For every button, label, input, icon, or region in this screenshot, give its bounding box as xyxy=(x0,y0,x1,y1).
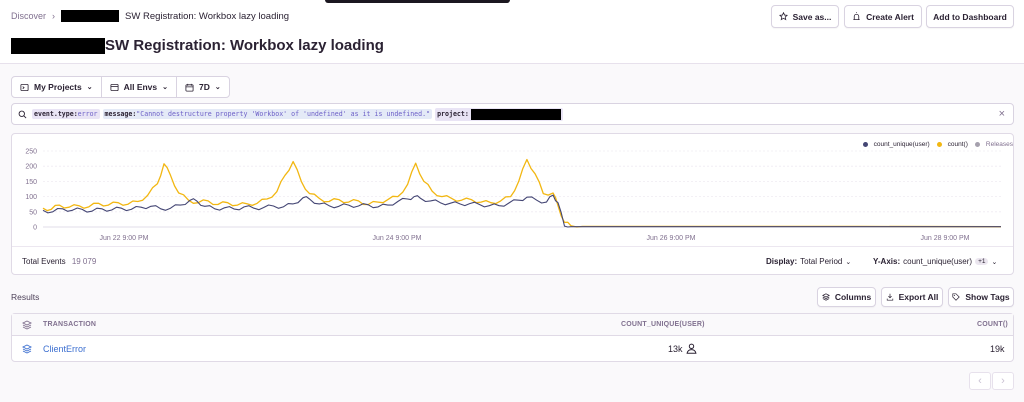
download-icon xyxy=(886,293,893,301)
chevron-down-icon: ⌄ xyxy=(991,258,998,266)
x-tick-label: Jun 24 9:00 PM xyxy=(372,235,421,242)
x-tick-label: Jun 26 9:00 PM xyxy=(646,235,695,242)
stack-icon xyxy=(821,293,830,301)
total-events: Total Events 19 079 xyxy=(22,257,96,266)
display-value: Total Period xyxy=(800,257,843,266)
chart-footer-divider xyxy=(12,246,1013,247)
series-line-count-unique xyxy=(42,194,1001,228)
show-tags-label: Show Tags xyxy=(965,292,1010,302)
y-tick-label: 100 xyxy=(25,194,37,201)
results-table-header xyxy=(12,314,1013,336)
columns-button[interactable]: Columns xyxy=(817,287,876,307)
stack-icon[interactable] xyxy=(22,320,32,330)
y-tick-label: 50 xyxy=(29,209,37,216)
y-axis-value: count_unique(user) xyxy=(903,257,973,266)
x-tick-label: Jun 22 9:00 PM xyxy=(99,235,148,242)
chevron-down-icon: ⌄ xyxy=(845,258,852,266)
stack-icon[interactable] xyxy=(22,344,32,354)
column-header-count-unique-user[interactable]: COUNT_UNIQUE(USER) xyxy=(621,321,705,328)
chevron-left-icon: ‹ xyxy=(978,375,982,387)
display-label: Display: xyxy=(766,257,798,266)
previous-page-button[interactable]: ‹ xyxy=(969,372,991,390)
x-tick-label: Jun 28 9:00 PM xyxy=(920,235,969,242)
y-tick-label: 150 xyxy=(25,179,37,186)
export-all-button[interactable]: Export All xyxy=(881,287,943,307)
y-axis-extra-badge: +1 xyxy=(975,258,989,265)
tag-icon xyxy=(952,293,961,301)
columns-label: Columns xyxy=(834,292,872,302)
table-row-transaction-link[interactable]: ClientError xyxy=(43,344,86,354)
show-tags-button[interactable]: Show Tags xyxy=(948,287,1014,307)
table-row-count-unique: 13k xyxy=(668,344,683,354)
next-page-button[interactable]: › xyxy=(992,372,1014,390)
total-events-value: 19 079 xyxy=(71,257,97,266)
y-tick-label: 0 xyxy=(33,225,37,232)
display-selector[interactable]: Display: Total Period ⌄ xyxy=(766,257,851,266)
column-header-count[interactable]: COUNT() xyxy=(977,321,1008,328)
total-events-label: Total Events xyxy=(22,257,66,266)
series-line-count xyxy=(42,158,1002,228)
y-axis-label: Y-Axis: xyxy=(873,257,901,266)
table-row-count: 19k xyxy=(990,344,1005,354)
y-tick-label: 250 xyxy=(25,149,37,156)
y-tick-label: 200 xyxy=(25,164,37,171)
export-all-label: Export All xyxy=(898,292,939,302)
column-header-transaction[interactable]: TRANSACTION xyxy=(43,321,96,328)
results-heading: Results xyxy=(11,292,40,302)
y-axis-selector[interactable]: Y-Axis: count_unique(user) +1 ⌄ xyxy=(873,257,997,266)
chevron-right-icon: › xyxy=(1001,375,1005,387)
user-icon[interactable] xyxy=(686,343,697,354)
